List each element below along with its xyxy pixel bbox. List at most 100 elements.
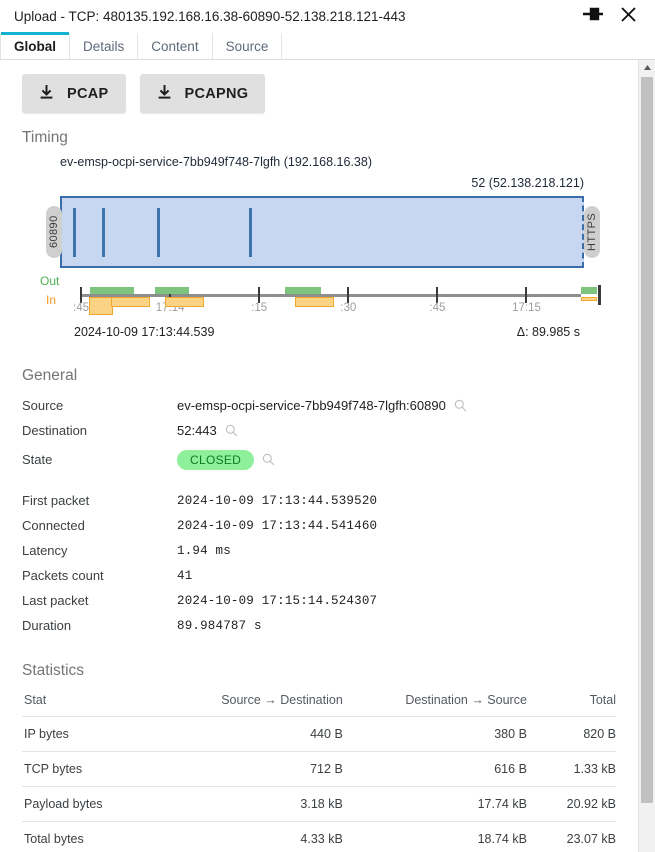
cell-dst-src: 17.74 kB — [342, 786, 527, 822]
tab-source[interactable]: Source — [213, 33, 283, 59]
detail-value: 2024-10-09 17:13:44.541460 — [177, 518, 378, 533]
general-section-title: General — [22, 367, 78, 384]
axis-tick — [525, 287, 528, 303]
general-value: ev-emsp-ocpi-service-7bb949f748-7lgfh:60… — [177, 398, 467, 413]
detail-row-latency: Latency 1.94 ms — [22, 538, 616, 563]
timing-diagram: ev-emsp-ocpi-service-7bb949f748-7lgfh (1… — [22, 155, 616, 268]
cell-src-dst: 4.33 kB — [158, 821, 343, 852]
detail-key: Connected — [22, 518, 85, 533]
tab-source-label: Source — [225, 38, 269, 54]
detail-value: 41 — [177, 568, 193, 583]
pin-icon[interactable] — [582, 6, 604, 27]
table-row: Payload bytes 3.18 kB 17.74 kB 20.92 kB — [22, 786, 616, 822]
statistics-table: Stat Source → Destination Destination → … — [22, 688, 616, 852]
axis-tick-label: :15 — [251, 302, 268, 314]
detail-row-duration: Duration 89.984787 s — [22, 613, 616, 638]
tab-content-label: Content — [151, 38, 199, 54]
detail-value: 1.94 ms — [177, 543, 231, 558]
out-throughput-bar — [100, 287, 135, 294]
out-throughput-bar — [155, 287, 189, 294]
detail-value: 2024-10-09 17:15:14.524307 — [177, 593, 378, 608]
general-row-destination: Destination 52:443 — [22, 418, 616, 443]
detail-value: 89.984787 s — [177, 618, 262, 633]
general-key: Destination — [22, 423, 88, 438]
axis-tick — [80, 287, 82, 303]
search-icon[interactable] — [454, 399, 467, 412]
detail-row-last-packet: Last packet 2024-10-09 17:15:14.524307 — [22, 588, 616, 613]
download-pcapng-label: PCAPNG — [184, 85, 249, 102]
flow-box[interactable] — [60, 196, 584, 268]
timing-footer: 2024-10-09 17:13:44.539 Δ: 89.985 s — [22, 325, 616, 345]
in-throughput-bar — [111, 297, 150, 307]
search-icon[interactable] — [262, 453, 275, 466]
general-row-source: Source ev-emsp-ocpi-service-7bb949f748-7… — [22, 393, 616, 418]
source-endpoint-label: ev-emsp-ocpi-service-7bb949f748-7lgfh (1… — [60, 155, 372, 169]
axis-tick-label: 17:15 — [512, 302, 541, 314]
cell-stat: Payload bytes — [22, 786, 159, 822]
detail-key: Duration — [22, 618, 72, 633]
download-button-row: PCAP PCAPNG — [22, 74, 616, 113]
tab-global-label: Global — [14, 38, 57, 54]
in-throughput-bar — [89, 297, 113, 315]
packet-mark — [156, 208, 160, 257]
col-header-dst-src: Destination → Source — [405, 693, 527, 707]
statistics-table-head: Stat Source → Destination Destination → … — [22, 688, 616, 717]
detail-key: Packets count — [22, 568, 104, 583]
tab-details[interactable]: Details — [70, 33, 139, 59]
general-key: State — [22, 452, 53, 467]
global-tab-panel: PCAP PCAPNG Timing ev-emsp-ocpi-service-… — [0, 60, 638, 852]
detail-key: Last packet — [22, 593, 89, 608]
cell-total: 820 B — [526, 716, 616, 752]
table-row: Total bytes 4.33 kB 18.74 kB 23.07 kB — [22, 821, 616, 852]
axis-tick — [258, 287, 261, 303]
window-body: PCAP PCAPNG Timing ev-emsp-ocpi-service-… — [0, 60, 655, 852]
scroll-up-arrow[interactable] — [639, 60, 655, 74]
download-pcapng-button[interactable]: PCAPNG — [139, 74, 266, 113]
table-header-row: Stat Source → Destination Destination → … — [22, 688, 616, 717]
cell-stat: Total bytes — [22, 821, 159, 852]
out-throughput-bar — [284, 287, 321, 294]
scrollbar-thumb[interactable] — [641, 77, 653, 803]
in-throughput-bar — [294, 297, 334, 307]
tab-details-label: Details — [83, 38, 125, 54]
search-icon[interactable] — [225, 424, 238, 437]
close-icon[interactable] — [620, 6, 637, 28]
download-icon — [39, 84, 54, 104]
destination-endpoint-label: 52 (52.138.218.121) — [471, 176, 584, 190]
packet-mark — [248, 208, 252, 257]
download-pcap-button[interactable]: PCAP — [22, 74, 126, 113]
tab-global[interactable]: Global — [0, 32, 71, 59]
cell-src-dst: 440 B — [158, 716, 343, 752]
cell-dst-src: 616 B — [342, 751, 527, 787]
cell-stat: TCP bytes — [22, 751, 159, 787]
vertical-scrollbar[interactable] — [638, 60, 655, 852]
statistics-table-body: IP bytes 440 B 380 B 820 B TCP bytes 712… — [22, 716, 616, 852]
detail-row-connected: Connected 2024-10-09 17:13:44.541460 — [22, 513, 616, 538]
throughput-axis: Out In :45 17:14:15:30:45 17:15 — [22, 274, 616, 324]
destination-value: 52:443 — [177, 423, 217, 438]
out-label: Out — [40, 274, 60, 288]
axis-tick — [347, 287, 350, 303]
col-header-stat: Stat — [24, 693, 47, 707]
download-icon — [157, 84, 172, 104]
general-value: 52:443 — [177, 423, 238, 438]
axis-tick-label: :30 — [340, 302, 357, 314]
table-row: IP bytes 440 B 380 B 820 B — [22, 716, 616, 752]
out-throughput-bar — [581, 287, 597, 294]
out-throughput-bar — [90, 287, 101, 294]
window-actions — [582, 6, 643, 28]
general-value: CLOSED — [177, 449, 275, 470]
axis-tick-label: :45 — [73, 302, 89, 314]
cell-src-dst: 712 B — [158, 751, 343, 787]
in-throughput-bar — [581, 297, 597, 301]
window-title: Upload - TCP: 480135.192.168.16.38-60890… — [14, 9, 406, 24]
detail-row-packets-count: Packets count 41 — [22, 563, 616, 588]
tab-content[interactable]: Content — [138, 33, 213, 59]
tab-bar: Global Details Content Source — [0, 32, 655, 60]
source-value: ev-emsp-ocpi-service-7bb949f748-7lgfh:60… — [177, 398, 446, 413]
table-row: TCP bytes 712 B 616 B 1.33 kB — [22, 751, 616, 787]
packet-mark — [101, 208, 105, 257]
download-pcap-label: PCAP — [67, 85, 109, 102]
col-header-src-dst: Source → Destination — [221, 693, 343, 707]
